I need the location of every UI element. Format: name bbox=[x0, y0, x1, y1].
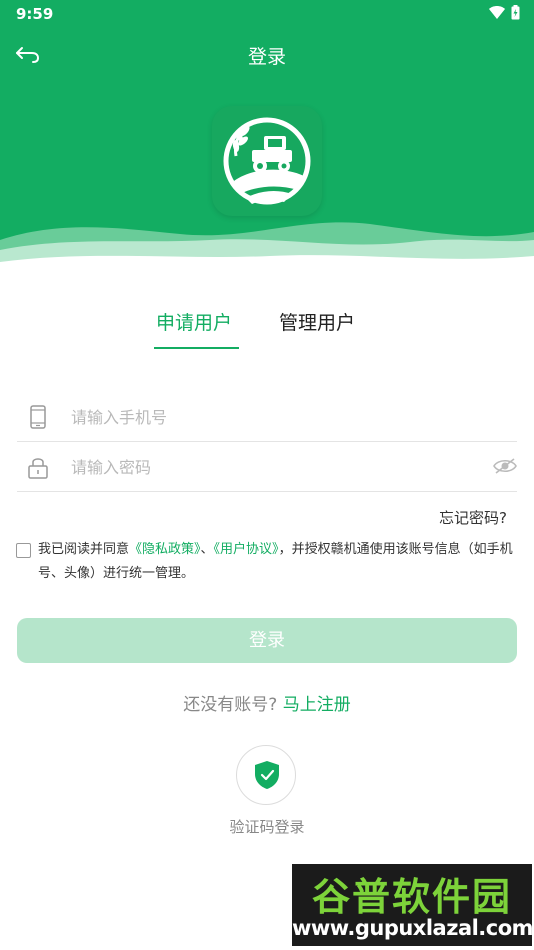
register-link[interactable]: 马上注册 bbox=[283, 695, 351, 715]
register-question: 还没有账号? bbox=[183, 695, 278, 715]
status-bar: 9:59 bbox=[0, 0, 534, 28]
agreement-separator: 、 bbox=[200, 542, 214, 557]
agreement-prefix: 我已阅读并同意 bbox=[38, 542, 130, 557]
lock-icon bbox=[28, 458, 48, 479]
page-title: 登录 bbox=[247, 46, 286, 68]
shield-check-icon bbox=[255, 761, 279, 789]
watermark-url: www.gupuxlazal.com bbox=[292, 916, 534, 940]
register-row: 还没有账号? 马上注册 bbox=[0, 690, 534, 715]
password-input[interactable] bbox=[69, 453, 473, 481]
sms-login-label: 验证码登录 bbox=[229, 818, 305, 836]
battery-icon bbox=[511, 5, 520, 20]
active-tab-indicator bbox=[154, 347, 239, 349]
phone-icon bbox=[30, 405, 46, 429]
user-agreement-link[interactable]: 《用户协议》 bbox=[214, 542, 279, 557]
forgot-password-link[interactable]: 忘记密码? bbox=[439, 507, 507, 528]
login-button[interactable]: 登录 bbox=[17, 618, 517, 663]
user-type-tabs: 申请用户 管理用户 bbox=[0, 308, 534, 352]
app-logo bbox=[212, 106, 322, 216]
sms-login-button[interactable] bbox=[236, 745, 296, 805]
phone-input[interactable] bbox=[69, 403, 473, 431]
phone-field bbox=[17, 393, 517, 442]
tab-manage-user[interactable]: 管理用户 bbox=[279, 308, 355, 335]
agreement-checkbox[interactable] bbox=[16, 543, 31, 558]
wifi-icon bbox=[489, 5, 505, 19]
header-wave bbox=[0, 222, 534, 272]
status-icons bbox=[489, 5, 520, 20]
tractor-logo-icon bbox=[223, 117, 311, 205]
status-time: 9:59 bbox=[16, 5, 54, 23]
agreement-text: 我已阅读并同意《隐私政策》、《用户协议》，并授权赣机通使用该账号信息（如手机号、… bbox=[38, 538, 518, 586]
eye-toggle-icon[interactable] bbox=[493, 457, 517, 475]
watermark: 谷普软件园 www.gupuxlazal.com bbox=[292, 864, 534, 946]
watermark-title: 谷普软件园 bbox=[311, 875, 512, 919]
password-field bbox=[17, 443, 517, 492]
tab-apply-user[interactable]: 申请用户 bbox=[156, 308, 232, 335]
privacy-policy-link[interactable]: 《隐私政策》 bbox=[129, 542, 201, 557]
